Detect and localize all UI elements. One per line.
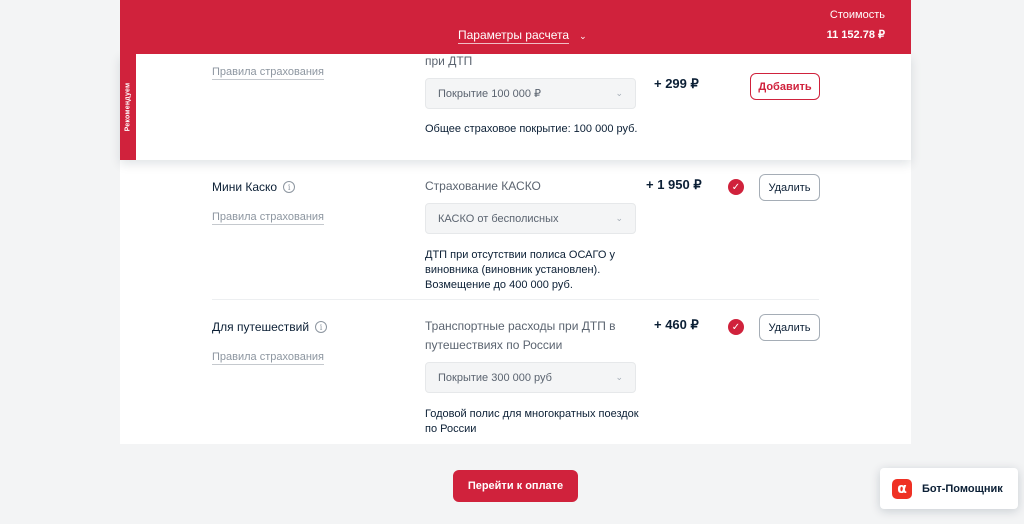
remove-button[interactable]: Удалить <box>759 174 820 201</box>
option-description: Страхование КАСКО <box>425 179 541 193</box>
recommended-option-row: Правила страхования при ДТП Покрытие 100… <box>212 54 820 160</box>
option-price: + 460 ₽ <box>654 317 699 332</box>
bot-helper-widget[interactable]: α Бот-Помощник <box>880 468 1018 509</box>
alfa-logo-icon: α <box>892 478 912 499</box>
coverage-note: ДТП при отсутствии полиса ОСАГО у виновн… <box>425 249 615 291</box>
proceed-to-payment-button[interactable]: Перейти к оплате <box>453 470 578 502</box>
option-title-text: Мини Каско <box>212 180 278 194</box>
cost-label: Стоимость <box>829 9 885 21</box>
checkmark-icon[interactable]: ✓ <box>728 179 744 195</box>
option-row-travel: Для путешествий i Правила страхования Тр… <box>212 314 820 435</box>
option-price: + 1 950 ₽ <box>646 177 702 192</box>
cost-value: 11 152.78 ₽ <box>826 29 885 41</box>
chevron-down-icon: ⌄ <box>615 88 623 98</box>
rules-link[interactable]: Правила страхования <box>212 66 325 80</box>
option-description: Транспортные расходы при ДТП в путешеств… <box>425 319 616 352</box>
chevron-down-icon: ⌄ <box>615 372 623 382</box>
coverage-select-value: КАСКО от бесполисных <box>438 212 559 225</box>
option-description: при ДТП <box>425 54 473 68</box>
coverage-select[interactable]: КАСКО от бесполисных ⌄ <box>425 203 636 234</box>
coverage-select[interactable]: Покрытие 100 000 ₽ ⌄ <box>425 78 636 109</box>
info-icon[interactable]: i <box>283 181 296 193</box>
chevron-down-icon: ⌄ <box>615 213 623 223</box>
option-price: + 299 ₽ <box>654 76 699 91</box>
remove-button[interactable]: Удалить <box>759 314 820 341</box>
chevron-down-icon: ⌄ <box>579 30 587 41</box>
row-divider <box>212 299 819 300</box>
recommended-badge-label: Рекомендуем <box>124 82 132 132</box>
bot-helper-label: Бот-Помощник <box>922 482 1003 495</box>
coverage-select[interactable]: Покрытие 300 000 руб ⌄ <box>425 362 636 393</box>
recommended-badge: Рекомендуем <box>120 54 136 160</box>
calculation-params-label: Параметры расчета <box>458 28 570 44</box>
option-title: Для путешествий i <box>212 320 328 334</box>
coverage-select-value: Покрытие 100 000 ₽ <box>438 88 542 100</box>
info-icon[interactable]: i <box>315 321 328 333</box>
option-row-mini-kasko: Мини Каско i Правила страхования Страхов… <box>212 174 820 294</box>
option-title: Мини Каско i <box>212 180 296 194</box>
coverage-select-value: Покрытие 300 000 руб <box>438 371 552 384</box>
option-title-text: Для путешествий <box>212 320 310 334</box>
add-button[interactable]: Добавить <box>750 73 820 100</box>
rules-link[interactable]: Правила страхования <box>212 351 325 365</box>
checkmark-icon[interactable]: ✓ <box>728 319 744 335</box>
calculation-params-toggle[interactable]: Параметры расчета ⌄ <box>458 28 587 44</box>
recommended-option-panel: Рекомендуем Правила страхования при ДТП … <box>120 54 911 160</box>
coverage-note: Общее страховое покрытие: 100 000 руб. <box>425 123 638 135</box>
calculation-header: Параметры расчета ⌄ Стоимость 11 152.78 … <box>120 0 911 54</box>
coverage-note: Годовой полис для многократных поездок п… <box>425 408 639 435</box>
rules-link[interactable]: Правила страхования <box>212 211 325 225</box>
